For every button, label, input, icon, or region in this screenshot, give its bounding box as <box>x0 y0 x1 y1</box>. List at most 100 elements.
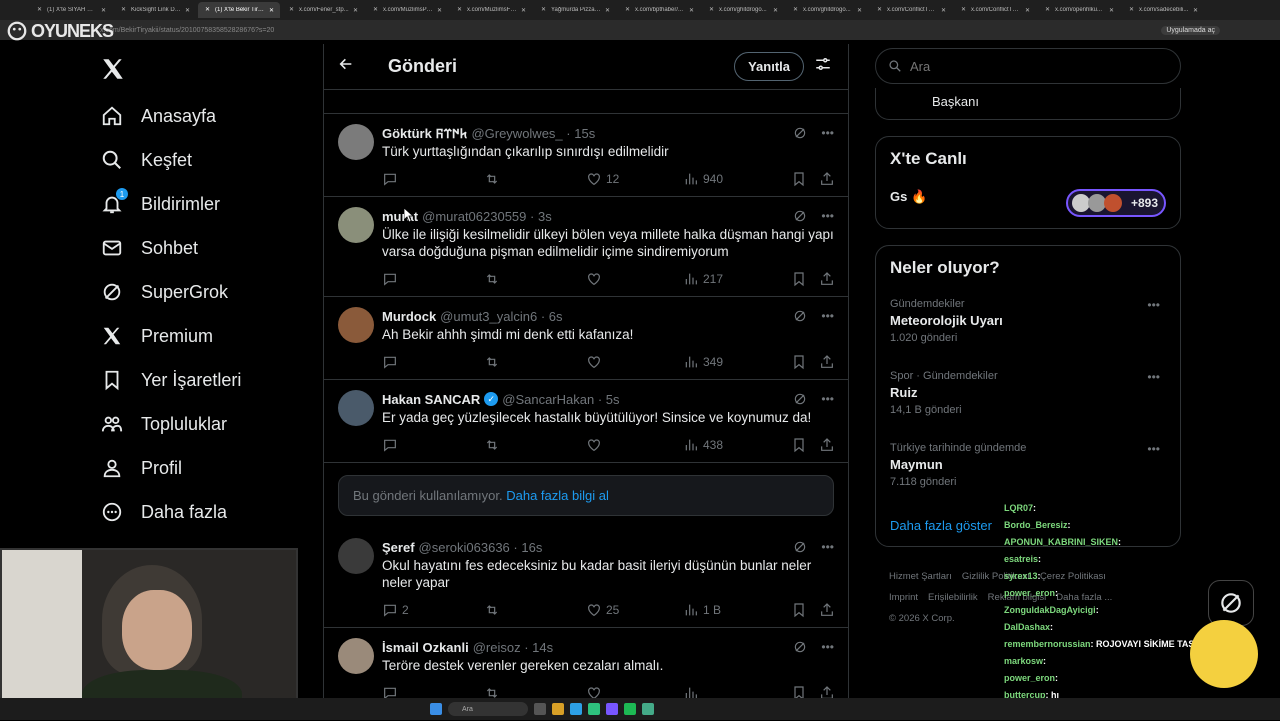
close-tab-icon[interactable]: ✕ <box>605 7 610 14</box>
more-options-icon[interactable]: ••• <box>821 392 834 409</box>
views-button[interactable]: 438 <box>683 437 791 453</box>
close-tab-icon[interactable]: ✕ <box>521 7 526 14</box>
share-button[interactable] <box>819 437 839 453</box>
views-button[interactable]: 217 <box>683 271 791 287</box>
more-options-icon[interactable]: ••• <box>1147 298 1160 312</box>
footer-link[interactable]: Erişilebilirlik <box>928 592 978 603</box>
reply-button[interactable] <box>382 171 484 187</box>
close-tab-icon[interactable]: ✕ <box>1025 7 1030 14</box>
tweet-time[interactable]: 5s <box>606 392 620 407</box>
tweet[interactable]: Murdock @umut3_yalcin6 · 6s Ah Bekir ahhh … <box>324 297 848 380</box>
retweet-button[interactable] <box>484 271 586 287</box>
browser-tab[interactable]: ✕ x.com/MuzlimsFo... ✕ <box>450 2 532 18</box>
close-tab-icon[interactable]: ✕ <box>269 7 274 14</box>
bookmark-button[interactable] <box>791 602 819 618</box>
tweet[interactable]: Hakan SANCAR ✓ @SancarHakan · 5s Er yada ge… <box>324 380 848 463</box>
tweet-time[interactable]: 16s <box>521 540 542 555</box>
trend-item[interactable]: Spor · Gündemdekiler Ruiz 14,1 B gönderi ••… <box>890 370 1166 416</box>
spotify-icon[interactable] <box>624 703 636 715</box>
avatar[interactable] <box>338 538 374 574</box>
tweet-handle[interactable]: @reisoz <box>473 640 521 655</box>
tweet-time[interactable]: 14s <box>532 640 553 655</box>
app-icon[interactable] <box>606 703 618 715</box>
browser-tab[interactable]: ✕ (1) X'te SİYAH SA... ✕ <box>30 2 112 18</box>
trend-item[interactable]: Türkiye tarihinde gündemde Maymun 7.118 gö… <box>890 442 1166 488</box>
views-button[interactable]: 1 B <box>683 602 791 618</box>
more-options-icon[interactable]: ••• <box>821 309 834 326</box>
reply-button[interactable]: 2 <box>382 602 484 618</box>
retweet-button[interactable] <box>484 354 586 370</box>
tweet[interactable]: Şeref @seroki063636 · 16s Okul hayatını fe… <box>324 528 848 628</box>
like-button[interactable]: 12 <box>586 171 683 187</box>
tweet-handle[interactable]: @seroki063636 <box>419 540 510 555</box>
retweet-button[interactable] <box>484 437 586 453</box>
sidebar-item-anasayfa[interactable]: Anasayfa <box>100 94 241 138</box>
close-tab-icon[interactable]: ✕ <box>101 7 106 14</box>
tweet-handle[interactable]: @SancarHakan <box>502 392 594 407</box>
taskbar-search[interactable]: Ara <box>448 702 528 716</box>
like-button[interactable] <box>586 437 683 453</box>
close-tab-icon[interactable]: ✕ <box>689 7 694 14</box>
browser-tab[interactable]: ✕ x.com/ConflictTR... ✕ <box>954 2 1036 18</box>
bookmark-button[interactable] <box>791 437 819 453</box>
sidebar-item-keşfet[interactable]: Keşfet <box>100 138 241 182</box>
learn-more-link[interactable]: Daha fazla bilgi al <box>506 488 609 503</box>
views-button[interactable]: 349 <box>683 354 791 370</box>
show-more-link[interactable]: Daha fazla göster <box>890 518 992 533</box>
browser-tab[interactable]: ✕ x.com/openhlku... ✕ <box>1038 2 1120 18</box>
tweet-time[interactable]: 6s <box>549 309 563 324</box>
trend-item[interactable]: Gündemdekiler Meteorolojik Uyarı 1.020 gön… <box>890 298 1166 344</box>
more-options-icon[interactable]: ••• <box>1147 370 1160 384</box>
tweet-author-name[interactable]: Murdock <box>382 309 436 324</box>
footer-link[interactable]: Hizmet Şartları <box>889 571 952 582</box>
views-button[interactable]: 940 <box>683 171 791 187</box>
bookmark-button[interactable] <box>791 354 819 370</box>
app-icon[interactable] <box>588 703 600 715</box>
tweet[interactable]: Göktürk 𐱅𐰇𐰼𐰜 @Greywolwes_ · 15s Türk yurtt… <box>324 114 848 197</box>
address-bar[interactable]: x.com/BekirTiryakii/status/2010075835852… <box>0 20 1280 40</box>
sidebar-item-topluluklar[interactable]: Topluluklar <box>100 402 241 446</box>
tweet-time[interactable]: 3s <box>538 209 552 224</box>
retweet-button[interactable] <box>484 602 586 618</box>
open-in-app-button[interactable]: Uygulamada aç <box>1161 25 1220 35</box>
close-tab-icon[interactable]: ✕ <box>773 7 778 14</box>
grok-icon[interactable] <box>793 309 807 326</box>
search-input[interactable] <box>910 58 1086 74</box>
grok-icon[interactable] <box>793 126 807 143</box>
avatar[interactable] <box>338 207 374 243</box>
grok-icon[interactable] <box>793 209 807 226</box>
browser-tab[interactable]: ✕ Yağmurda Pizza İ... ✕ <box>534 2 616 18</box>
grok-icon[interactable] <box>793 640 807 657</box>
sidebar-item-sohbet[interactable]: Sohbet <box>100 226 241 270</box>
browser-tab[interactable]: ✕ x.com/Fener_stp... ✕ <box>282 2 364 18</box>
folder-icon[interactable] <box>552 703 564 715</box>
bookmark-button[interactable] <box>791 171 819 187</box>
back-arrow-icon[interactable] <box>338 56 358 77</box>
more-options-icon[interactable]: ••• <box>821 640 834 657</box>
close-tab-icon[interactable]: ✕ <box>857 7 862 14</box>
close-tab-icon[interactable]: ✕ <box>437 7 442 14</box>
more-options-icon[interactable]: ••• <box>1147 442 1160 456</box>
sidebar-item-bildirimler[interactable]: 1 Bildirimler <box>100 182 241 226</box>
browser-tab[interactable]: ✕ KickSight Link De... ✕ <box>114 2 196 18</box>
footer-link[interactable]: Imprint <box>889 592 918 603</box>
share-button[interactable] <box>819 354 839 370</box>
tweet-handle[interactable]: @umut3_yalcin6 <box>440 309 537 324</box>
more-options-icon[interactable]: ••• <box>821 540 834 557</box>
browser-tab[interactable]: ✕ x.com/MuzlimsPr... ✕ <box>366 2 448 18</box>
live-stream-name[interactable]: Gs 🔥 <box>890 189 927 205</box>
sidebar-item-yer-i-şaretleri[interactable]: Yer İşaretleri <box>100 358 241 402</box>
tweet-handle[interactable]: @murat06230559 <box>422 209 526 224</box>
live-listeners-pill[interactable]: +893 <box>1066 189 1166 217</box>
chrome-icon[interactable] <box>642 703 654 715</box>
avatar[interactable] <box>338 390 374 426</box>
more-options-icon[interactable]: ••• <box>821 126 834 143</box>
tweet-author-name[interactable]: Göktürk 𐱅𐰇𐰼𐰜 <box>382 124 467 142</box>
like-button[interactable]: 25 <box>586 602 683 618</box>
footer-link[interactable]: © 2026 X Corp. <box>889 613 955 624</box>
start-icon[interactable] <box>430 703 442 715</box>
reply-button[interactable] <box>382 271 484 287</box>
reply-button[interactable] <box>382 354 484 370</box>
close-tab-icon[interactable]: ✕ <box>1193 7 1198 14</box>
close-tab-icon[interactable]: ✕ <box>353 7 358 14</box>
